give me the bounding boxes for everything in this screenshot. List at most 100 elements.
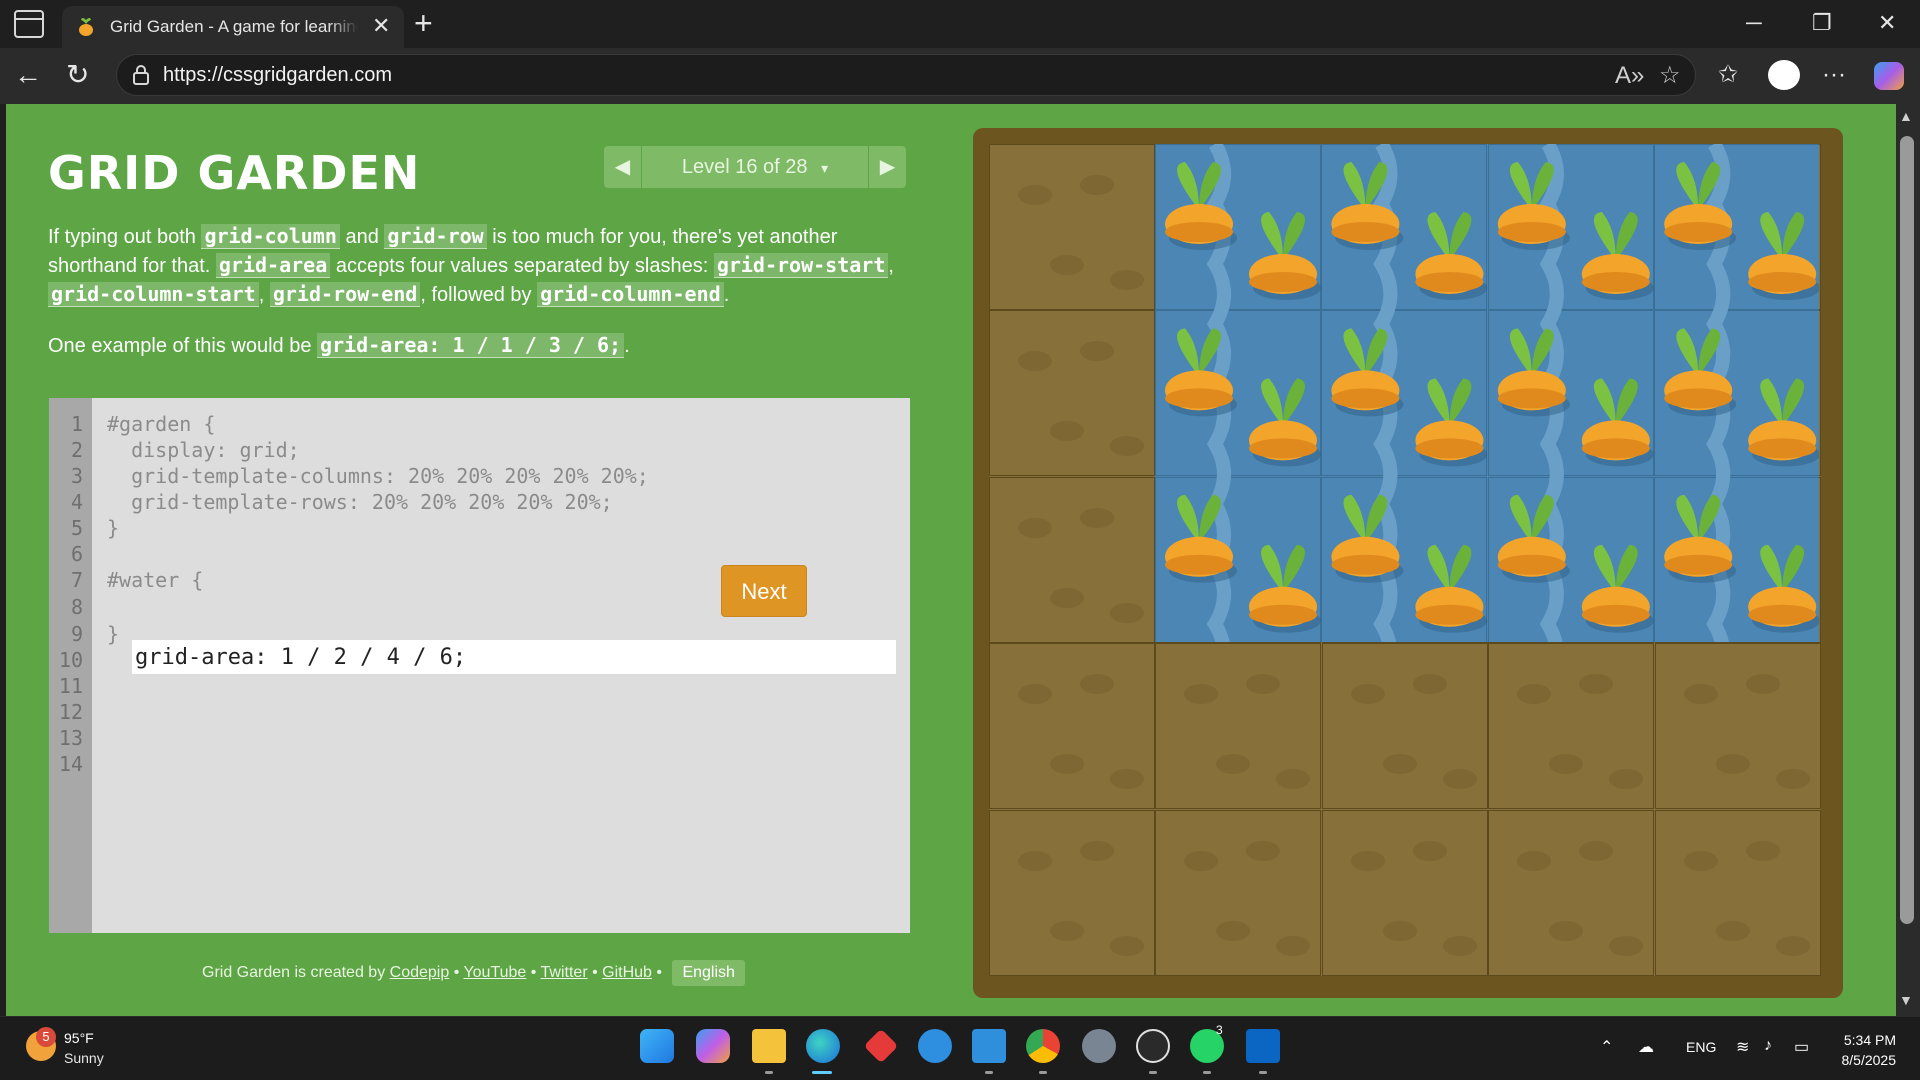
code-grid-row-start: grid-row-start xyxy=(713,253,889,278)
language-button[interactable]: English xyxy=(672,960,745,986)
chatgpt-icon[interactable] xyxy=(1136,1029,1170,1063)
level-dropdown-icon: ▾ xyxy=(821,160,829,176)
read-aloud-icon[interactable]: A» xyxy=(1615,61,1644,91)
volume-icon[interactable]: ♪ xyxy=(1764,1037,1772,1055)
soil-pebble xyxy=(1683,850,1718,871)
youtube-link[interactable]: YouTube xyxy=(463,964,526,981)
favorite-star-icon[interactable]: ☆ xyxy=(1659,61,1681,91)
instruction-text: If typing out both xyxy=(48,226,202,248)
soil-cell xyxy=(1654,643,1821,810)
show-hidden-icons-chevron-icon[interactable]: ⌃ xyxy=(1600,1037,1613,1057)
running-indicator xyxy=(1203,1071,1211,1074)
copilot-sidebar-icon[interactable] xyxy=(1874,62,1904,90)
soil-cell xyxy=(1321,643,1488,810)
weather-condition[interactable]: Sunny xyxy=(64,1050,104,1066)
edge-icon[interactable] xyxy=(806,1029,840,1063)
running-indicator xyxy=(765,1071,773,1074)
soil-pebble xyxy=(1715,920,1750,941)
code-line: #water { xyxy=(107,568,204,592)
profile-avatar-icon[interactable] xyxy=(1768,60,1800,90)
url-text[interactable]: https://cssgridgarden.com xyxy=(163,64,392,87)
windows-start-icon[interactable] xyxy=(640,1029,674,1063)
soil-pebble xyxy=(1412,840,1447,861)
copilot-icon[interactable] xyxy=(696,1029,730,1063)
soil-cell xyxy=(989,310,1155,477)
weather-temperature[interactable]: 95°F xyxy=(64,1030,94,1046)
soil-pebble xyxy=(1775,935,1810,956)
soil-pebble xyxy=(1018,185,1052,205)
settings-icon[interactable] xyxy=(1082,1029,1116,1063)
twitter-link[interactable]: Twitter xyxy=(541,964,588,981)
system-clock[interactable]: 5:34 PM 8/5/2025 xyxy=(1842,1030,1897,1070)
minimize-button[interactable]: ─ xyxy=(1746,8,1762,38)
browser-tab-grid-garden[interactable]: Grid Garden - A game for learning CSS gr… xyxy=(62,6,404,48)
next-level-button[interactable]: ▶ xyxy=(868,146,906,188)
code-line: } xyxy=(107,516,120,540)
refresh-icon[interactable]: ↻ xyxy=(66,58,89,92)
footer-separator: • xyxy=(651,964,667,981)
instruction-paragraph-1: If typing out both grid-column and grid-… xyxy=(48,222,910,309)
close-window-button[interactable]: ✕ xyxy=(1878,8,1896,38)
wifi-icon[interactable]: ≋ xyxy=(1736,1037,1749,1057)
css-editor: 1 2 3 4 5 6 7 8 9 10 11 12 13 14 #garden… xyxy=(49,398,910,933)
soil-pebble xyxy=(1216,754,1251,775)
code-line: grid-template-rows: 20% 20% 20% 20% 20%; xyxy=(107,490,613,514)
address-bar[interactable]: https://cssgridgarden.com A» ☆ xyxy=(116,54,1696,96)
codepip-link[interactable]: Codepip xyxy=(390,964,450,981)
instructions: If typing out both grid-column and grid-… xyxy=(48,222,910,382)
footer-separator: • xyxy=(526,964,541,981)
app-red-diamond-icon[interactable] xyxy=(863,1028,899,1064)
tab-close-icon[interactable]: ✕ xyxy=(372,14,390,38)
soil-pebble xyxy=(1276,769,1311,790)
linkedin-icon[interactable] xyxy=(1246,1029,1280,1063)
chrome-icon[interactable] xyxy=(1026,1029,1060,1063)
soil-pebble xyxy=(1110,602,1144,623)
footer-credit-text: Grid Garden is created by xyxy=(202,964,390,981)
onedrive-icon[interactable]: ☁ xyxy=(1638,1037,1654,1057)
previous-level-button[interactable]: ◀ xyxy=(604,146,642,188)
battery-icon[interactable]: ▭ xyxy=(1794,1037,1809,1057)
scrollbar-thumb[interactable] xyxy=(1900,136,1914,924)
active-indicator xyxy=(812,1071,832,1074)
css-answer-input[interactable] xyxy=(132,640,896,674)
input-language[interactable]: ENG xyxy=(1686,1039,1716,1055)
soil-pebble xyxy=(1018,517,1052,538)
carrot-favicon-icon xyxy=(79,18,93,36)
new-tab-button[interactable]: + xyxy=(414,6,433,40)
level-selector[interactable]: Level 16 of 28 ▾ xyxy=(642,146,868,188)
favorites-icon[interactable]: ✩ xyxy=(1718,58,1738,92)
soil-cell xyxy=(1654,809,1821,976)
soil-pebble xyxy=(1080,840,1114,861)
line-number: 1 xyxy=(70,412,83,436)
instruction-text: . xyxy=(624,335,630,357)
next-button[interactable]: Next xyxy=(721,565,807,617)
soil-pebble xyxy=(1745,674,1780,695)
more-menu-icon[interactable]: ··· xyxy=(1822,58,1846,92)
tab-actions-icon[interactable] xyxy=(14,10,44,38)
line-number: 11 xyxy=(58,674,83,698)
soil-pebble xyxy=(1382,754,1417,775)
help-icon[interactable] xyxy=(918,1029,952,1063)
line-number: 6 xyxy=(70,542,83,566)
carrot xyxy=(1581,378,1654,467)
carrot xyxy=(1748,544,1819,633)
soil-pebble xyxy=(1683,684,1718,705)
code-line: display: grid; xyxy=(107,438,300,462)
soil-pebble xyxy=(1609,935,1644,956)
windows-taskbar: 5 95°F Sunny 3 ⌃ ☁ ENG ≋ ♪ ▭ 5:34 PM 8/5… xyxy=(0,1016,1920,1080)
soil-pebble xyxy=(1350,684,1385,705)
restore-button[interactable]: ❐ xyxy=(1812,8,1832,38)
back-arrow-icon[interactable]: ← xyxy=(14,58,42,92)
scroll-up-arrow-icon[interactable]: ▲ xyxy=(1899,108,1913,124)
line-number: 7 xyxy=(70,568,83,592)
line-number: 10 xyxy=(58,648,83,672)
vscode-icon[interactable] xyxy=(972,1029,1006,1063)
soil-pebble xyxy=(1080,674,1114,695)
github-link[interactable]: GitHub xyxy=(602,964,652,981)
tab-title: Grid Garden - A game for learning CSS gr… xyxy=(110,17,358,37)
file-explorer-icon[interactable] xyxy=(752,1029,786,1063)
soil-pebble xyxy=(1517,850,1552,871)
scroll-down-arrow-icon[interactable]: ▼ xyxy=(1899,992,1913,1008)
whatsapp-badge: 3 xyxy=(1216,1023,1223,1037)
soil-pebble xyxy=(1246,674,1281,695)
